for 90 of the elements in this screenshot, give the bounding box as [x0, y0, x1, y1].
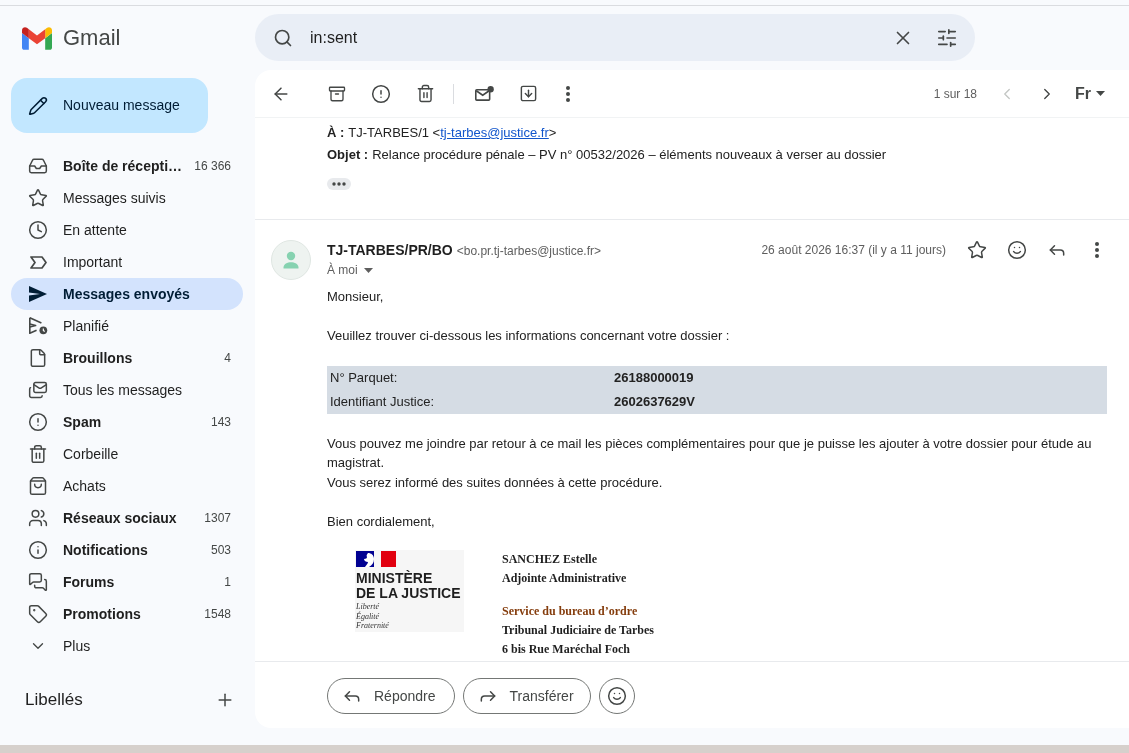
recipients-button[interactable]: À moi — [327, 260, 373, 280]
sidebar-item[interactable]: Spam 143 — [11, 406, 243, 438]
logo-motto: Liberté — [356, 602, 381, 611]
body-paragraph: Vous serez informé des suites données à cette procédure. — [327, 473, 664, 492]
search-icon — [273, 27, 293, 48]
unread-count: 4 — [224, 350, 231, 367]
sidebar-item[interactable]: Tous les messages — [11, 374, 243, 406]
inbox-icon — [28, 156, 48, 176]
show-trimmed-button[interactable] — [327, 178, 351, 190]
sidebar-item[interactable]: En attente — [11, 214, 243, 246]
pencil-icon — [28, 95, 48, 116]
chat-bubbles-icon — [28, 572, 48, 592]
sender-name: TJ-TARBES/PR/BO — [327, 241, 453, 260]
send-icon — [29, 286, 47, 302]
sidebar-item[interactable]: Notifications 503 — [11, 534, 243, 566]
star-icon — [967, 240, 987, 260]
archive-box-icon — [328, 84, 346, 103]
detail-label: Identifiant Justice: — [329, 392, 436, 411]
unread-count: 143 — [210, 414, 231, 431]
message-date: 26 août 2026 16:37 (il y a 11 jours) — [761, 242, 946, 259]
signature-line: 6 bis Rue Maréchal Foch — [502, 641, 631, 658]
app-name: Gmail — [63, 24, 121, 52]
sidebar-item[interactable]: Corbeille — [11, 438, 243, 470]
envelopes-icon — [28, 380, 48, 400]
sidebar-item[interactable]: Planifié — [11, 310, 243, 342]
body-paragraph: Vous pouvez me joindre par retour à ce mail les pièces complémentaires pour que je puisse les ajouter à votre dossier pour étude au magistrat. — [327, 434, 1093, 472]
compose-button[interactable]: Nouveau message — [11, 78, 208, 133]
subject-line: Objet : Relance procédure pénale – PV n° 00532/2026 – éléments nouveaux à verser au dossier — [327, 146, 888, 164]
logo-title: DE LA JUSTICE — [356, 586, 462, 601]
greeting-text: Monsieur, — [327, 288, 385, 306]
signature-line: Tribunal Judiciaire de Tarbes — [502, 622, 654, 639]
more-vertical-icon — [566, 85, 570, 102]
sidebar-item[interactable]: Promotions 1548 — [11, 598, 243, 630]
sidebar-item[interactable]: Brouillons 4 — [11, 342, 243, 374]
sidebar-item[interactable]: Important — [11, 246, 243, 278]
signature-line: Service du bureau d’ordre — [502, 603, 639, 620]
logo-motto: Égalité — [356, 611, 381, 621]
sidebar-item[interactable]: Achats — [11, 470, 243, 502]
logo-motto: Fraternité — [356, 621, 390, 631]
more-vertical-icon — [1095, 242, 1099, 258]
star-icon — [28, 188, 48, 208]
search-bar[interactable]: in:sent — [255, 14, 975, 61]
unread-count: 1548 — [204, 606, 231, 623]
detail-value: 2602637629V — [614, 392, 695, 411]
closing-text: Bien cordialement, — [327, 512, 436, 531]
logo-title: MINISTÈRE — [356, 571, 434, 586]
sidebar-item[interactable]: Messages suivis — [11, 182, 243, 214]
signature-line: Adjointe Administrative — [502, 570, 628, 587]
trash-icon — [415, 84, 435, 103]
signature-line: SANCHEZ Estelle — [502, 551, 598, 568]
smiley-icon — [1007, 240, 1027, 260]
sender-email: <bo.pr.tj-tarbes@justice.fr> — [456, 243, 601, 260]
unread-count: 1307 — [204, 510, 231, 527]
recipient-line: À : TJ-TARBES/1 <tj-tarbes@justice.fr> — [327, 124, 558, 142]
unread-count: 503 — [210, 542, 231, 559]
sliders-icon — [936, 26, 958, 49]
caret-icon — [363, 267, 373, 273]
label-marker-icon — [29, 255, 47, 269]
envelope-dot-icon — [474, 86, 494, 101]
dots-icon — [332, 182, 346, 186]
tag-icon — [28, 604, 48, 624]
clock-icon — [28, 220, 48, 240]
person-avatar-icon — [271, 240, 311, 280]
scheduled-send-icon — [28, 317, 48, 335]
sidebar-item[interactable]: Messages envoyés — [11, 278, 243, 310]
alert-icon — [28, 412, 48, 432]
intro-text: Veuillez trouver ci-dessous les informations concernant votre dossier : — [327, 327, 731, 345]
caret-icon — [1096, 91, 1105, 96]
unread-count: 1 — [224, 574, 231, 591]
pager-text: 1 sur 18 — [933, 85, 977, 103]
input-tools-button[interactable]: Fr — [1069, 73, 1111, 114]
search-field[interactable]: in:sent — [310, 22, 883, 53]
people-icon — [28, 508, 48, 528]
sidebar-item[interactable]: Boîte de récepti… 16 366 — [11, 150, 243, 182]
labels-heading: Libellés — [25, 689, 83, 712]
smiley-icon — [606, 686, 627, 706]
document-icon — [28, 348, 48, 368]
shopping-bag-icon — [28, 476, 48, 496]
sidebar-item[interactable]: Plus — [11, 630, 243, 662]
email-link[interactable]: tj-tarbes@justice.fr — [440, 125, 549, 140]
unread-count: 16 366 — [194, 158, 231, 175]
alert-icon — [371, 83, 391, 104]
m-logo-icon — [22, 26, 52, 50]
detail-value: 26188000019 — [614, 368, 694, 387]
trash-icon — [28, 444, 48, 464]
sidebar-item[interactable]: Forums 1 — [11, 566, 243, 598]
detail-label: N° Parquet: — [329, 368, 399, 387]
info-icon — [28, 540, 48, 560]
sidebar-item[interactable]: Réseaux sociaux 1307 — [11, 502, 243, 534]
square-arrow-down-icon — [518, 84, 538, 103]
